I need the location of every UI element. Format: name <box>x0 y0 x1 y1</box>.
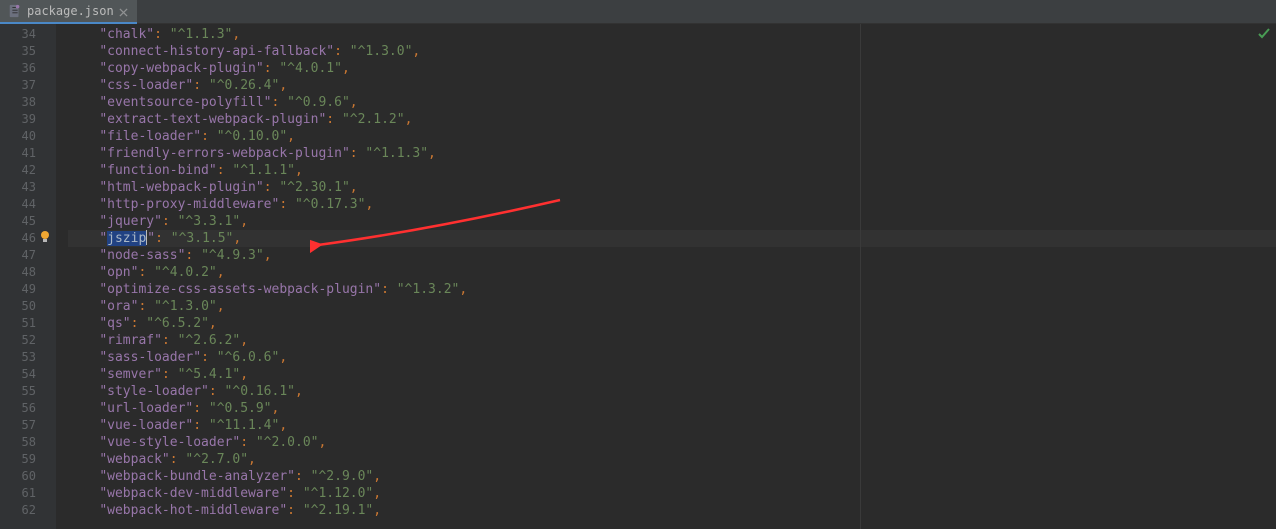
code-line[interactable]: "node-sass": "^4.9.3", <box>68 247 1276 264</box>
code-line[interactable]: "opn": "^4.0.2", <box>68 264 1276 281</box>
line-number: 61 <box>0 485 56 502</box>
tab-package-json[interactable]: package.json <box>0 0 137 24</box>
code-line[interactable]: "friendly-errors-webpack-plugin": "^1.1.… <box>68 145 1276 162</box>
code-line[interactable]: "eventsource-polyfill": "^0.9.6", <box>68 94 1276 111</box>
tab-bar: package.json <box>0 0 1276 24</box>
line-number: 40 <box>0 128 56 145</box>
line-number: 35 <box>0 43 56 60</box>
line-number: 48 <box>0 264 56 281</box>
code-line[interactable]: "vue-loader": "^11.1.4", <box>68 417 1276 434</box>
code-line[interactable]: "copy-webpack-plugin": "^4.0.1", <box>68 60 1276 77</box>
current-line-highlight <box>68 230 1276 247</box>
line-number: 45 <box>0 213 56 230</box>
code-line[interactable]: "webpack-bundle-analyzer": "^2.9.0", <box>68 468 1276 485</box>
code-line[interactable]: "function-bind": "^1.1.1", <box>68 162 1276 179</box>
code-line[interactable]: "connect-history-api-fallback": "^1.3.0"… <box>68 43 1276 60</box>
code-line[interactable]: "http-proxy-middleware": "^0.17.3", <box>68 196 1276 213</box>
line-number: 47 <box>0 247 56 264</box>
code-line[interactable]: "vue-style-loader": "^2.0.0", <box>68 434 1276 451</box>
line-number: 50 <box>0 298 56 315</box>
line-number: 41 <box>0 145 56 162</box>
code-line[interactable]: "url-loader": "^0.5.9", <box>68 400 1276 417</box>
code-line[interactable]: "webpack": "^2.7.0", <box>68 451 1276 468</box>
code-line[interactable]: "css-loader": "^0.26.4", <box>68 77 1276 94</box>
line-number: 59 <box>0 451 56 468</box>
line-number: 60 <box>0 468 56 485</box>
code-line[interactable]: "webpack-dev-middleware": "^1.12.0", <box>68 485 1276 502</box>
line-number: 54 <box>0 366 56 383</box>
line-number: 49 <box>0 281 56 298</box>
intention-bulb-icon[interactable] <box>38 230 52 244</box>
code-line[interactable]: "webpack-hot-middleware": "^2.19.1", <box>68 502 1276 519</box>
code-line[interactable]: "jszip": "^3.1.5", <box>68 230 1276 247</box>
code-line[interactable]: "jquery": "^3.3.1", <box>68 213 1276 230</box>
line-number: 44 <box>0 196 56 213</box>
json-file-icon <box>8 4 22 18</box>
code-line[interactable]: "rimraf": "^2.6.2", <box>68 332 1276 349</box>
code-line[interactable]: "qs": "^6.5.2", <box>68 315 1276 332</box>
line-number: 57 <box>0 417 56 434</box>
line-number: 38 <box>0 94 56 111</box>
line-number: 58 <box>0 434 56 451</box>
line-number: 43 <box>0 179 56 196</box>
tab-filename: package.json <box>27 4 114 18</box>
line-number: 53 <box>0 349 56 366</box>
line-number: 36 <box>0 60 56 77</box>
code-line[interactable]: "optimize-css-assets-webpack-plugin": "^… <box>68 281 1276 298</box>
code-line[interactable]: "html-webpack-plugin": "^2.30.1", <box>68 179 1276 196</box>
line-number: 37 <box>0 77 56 94</box>
code-line[interactable]: "ora": "^1.3.0", <box>68 298 1276 315</box>
line-number: 39 <box>0 111 56 128</box>
analysis-ok-icon[interactable] <box>1258 28 1270 40</box>
line-number: 56 <box>0 400 56 417</box>
code-line[interactable]: "chalk": "^1.1.3", <box>68 26 1276 43</box>
line-number: 34 <box>0 26 56 43</box>
line-number: 51 <box>0 315 56 332</box>
code-line[interactable]: "extract-text-webpack-plugin": "^2.1.2", <box>68 111 1276 128</box>
editor[interactable]: 3435363738394041424344454647484950515253… <box>0 24 1276 529</box>
code-line[interactable]: "sass-loader": "^6.0.6", <box>68 349 1276 366</box>
close-icon[interactable] <box>119 6 129 16</box>
line-number: 55 <box>0 383 56 400</box>
code-line[interactable]: "style-loader": "^0.16.1", <box>68 383 1276 400</box>
line-number: 52 <box>0 332 56 349</box>
code-line[interactable]: "file-loader": "^0.10.0", <box>68 128 1276 145</box>
line-number: 62 <box>0 502 56 519</box>
gutter: 3435363738394041424344454647484950515253… <box>0 24 56 529</box>
code-line[interactable]: "semver": "^5.4.1", <box>68 366 1276 383</box>
line-number: 42 <box>0 162 56 179</box>
code-area[interactable]: "chalk": "^1.1.3", "connect-history-api-… <box>56 24 1276 529</box>
right-margin-line <box>860 24 861 529</box>
